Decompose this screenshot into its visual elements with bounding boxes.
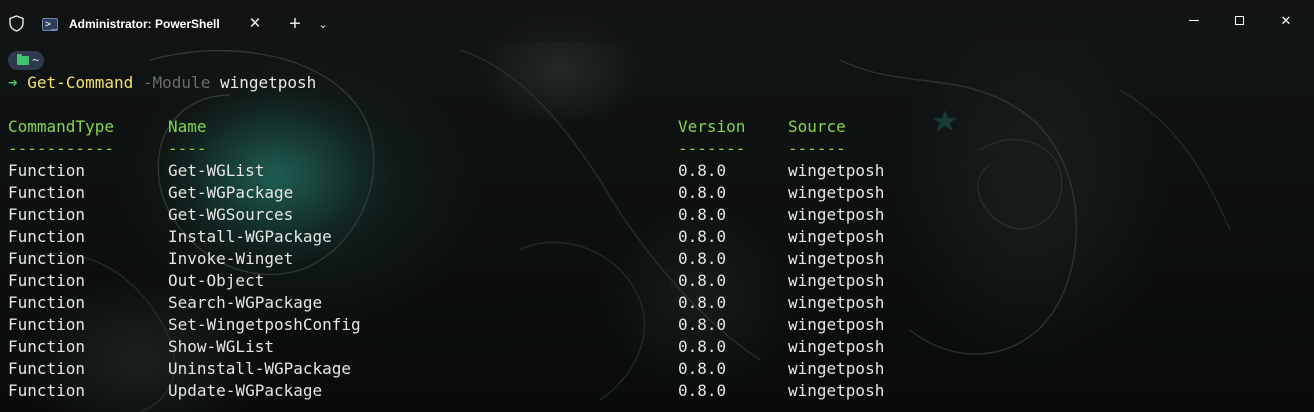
table-row-version: 0.8.0 bbox=[678, 227, 727, 246]
table-row-command-name-cell: Get-WGList bbox=[168, 161, 265, 180]
command-line: ➜ Get-Command -Module wingetposh bbox=[8, 72, 316, 94]
prompt-badge: ~ bbox=[8, 51, 44, 70]
powershell-icon: >_ bbox=[42, 18, 58, 31]
table-header-command-type: CommandType bbox=[8, 117, 114, 136]
close-window-button[interactable]: ✕ bbox=[1263, 6, 1309, 36]
table-row-source: wingetposh bbox=[788, 249, 885, 268]
table-header-command-name-cell: Name bbox=[168, 117, 207, 136]
maximize-icon bbox=[1235, 16, 1244, 25]
table-row-version: 0.8.0 bbox=[678, 205, 727, 224]
table-row-command-type: Function bbox=[8, 227, 86, 246]
chevron-down-icon[interactable]: ⌄ bbox=[314, 16, 332, 34]
table-row-source: wingetposh bbox=[788, 183, 885, 202]
table-row-command-name-cell: Set-WingetposhConfig bbox=[168, 315, 361, 334]
table-row-command-type: Function bbox=[8, 183, 86, 202]
tab-title: Administrator: PowerShell bbox=[69, 17, 220, 31]
table-row-source: wingetposh bbox=[788, 381, 885, 400]
table-header-source: Source bbox=[788, 117, 846, 136]
close-tab-button[interactable]: ✕ bbox=[245, 14, 265, 34]
table-row-command-name-cell: Invoke-Winget bbox=[168, 249, 294, 268]
command-parameter: -Module bbox=[142, 73, 211, 92]
table-row-source: wingetposh bbox=[788, 271, 885, 290]
table-row-command-type: Function bbox=[8, 161, 86, 180]
table-row-command-type: Function bbox=[8, 337, 86, 356]
command-argument: wingetposh bbox=[219, 73, 317, 92]
table-row-command-type: Function bbox=[8, 315, 86, 334]
table-row-command-name-cell: Search-WGPackage bbox=[168, 293, 323, 312]
table-row-source: wingetposh bbox=[788, 337, 885, 356]
table-row-command-name-cell: Show-WGList bbox=[168, 337, 274, 356]
table-row-command-type: Function bbox=[8, 359, 86, 378]
table-row-version: 0.8.0 bbox=[678, 381, 727, 400]
tab-powershell[interactable]: >_ Administrator: PowerShell ✕ bbox=[34, 8, 272, 42]
table-row-command-name-cell: Get-WGSources bbox=[168, 205, 294, 224]
table-row-command-type: Function bbox=[8, 293, 86, 312]
table-row-version: 0.8.0 bbox=[678, 293, 727, 312]
table-row-version: 0.8.0 bbox=[678, 183, 727, 202]
table-row-source: wingetposh bbox=[788, 315, 885, 334]
title-bar: >_ Administrator: PowerShell ✕ + ⌄ ✕ bbox=[0, 0, 1314, 42]
table-row-command-name-cell: Uninstall-WGPackage bbox=[168, 359, 352, 378]
table-row-command-name-cell: Out-Object bbox=[168, 271, 265, 290]
table-separator-version: ------- bbox=[678, 139, 746, 158]
table-separator-source: ------ bbox=[788, 139, 846, 158]
folder-icon bbox=[17, 54, 29, 65]
table-row-version: 0.8.0 bbox=[678, 315, 727, 334]
table-separator-command-name-cell: ---- bbox=[168, 139, 207, 158]
table-row-source: wingetposh bbox=[788, 293, 885, 312]
table-separator-command-type: ----------- bbox=[8, 139, 114, 158]
shield-icon bbox=[9, 15, 24, 32]
table-row-source: wingetposh bbox=[788, 161, 885, 180]
minimize-icon bbox=[1189, 20, 1199, 21]
table-row-command-type: Function bbox=[8, 271, 86, 290]
table-row-source: wingetposh bbox=[788, 359, 885, 378]
table-row-version: 0.8.0 bbox=[678, 249, 727, 268]
table-row-source: wingetposh bbox=[788, 205, 885, 224]
table-row-command-name-cell: Install-WGPackage bbox=[168, 227, 332, 246]
table-row-version: 0.8.0 bbox=[678, 271, 727, 290]
table-row-version: 0.8.0 bbox=[678, 161, 727, 180]
terminal-window: >_ Administrator: PowerShell ✕ + ⌄ ✕ ~ ➜… bbox=[0, 0, 1314, 412]
prompt-folder: ~ bbox=[32, 53, 40, 67]
prompt-arrow-icon: ➜ bbox=[8, 73, 18, 92]
table-row-version: 0.8.0 bbox=[678, 359, 727, 378]
minimize-button[interactable] bbox=[1171, 6, 1217, 36]
table-row-command-type: Function bbox=[8, 249, 86, 268]
new-tab-button[interactable]: + bbox=[284, 13, 306, 35]
table-row-version: 0.8.0 bbox=[678, 337, 727, 356]
table-row-command-name-cell: Get-WGPackage bbox=[168, 183, 294, 202]
command-name: Get-Command bbox=[27, 73, 134, 92]
table-row-command-name-cell: Update-WGPackage bbox=[168, 381, 323, 400]
terminal-output[interactable]: ~ ➜ Get-Command -Module wingetposh Comma… bbox=[0, 42, 1314, 412]
table-row-source: wingetposh bbox=[788, 227, 885, 246]
table-header-version: Version bbox=[678, 117, 746, 136]
maximize-button[interactable] bbox=[1217, 6, 1263, 36]
table-row-command-type: Function bbox=[8, 205, 86, 224]
table-row-command-type: Function bbox=[8, 381, 86, 400]
